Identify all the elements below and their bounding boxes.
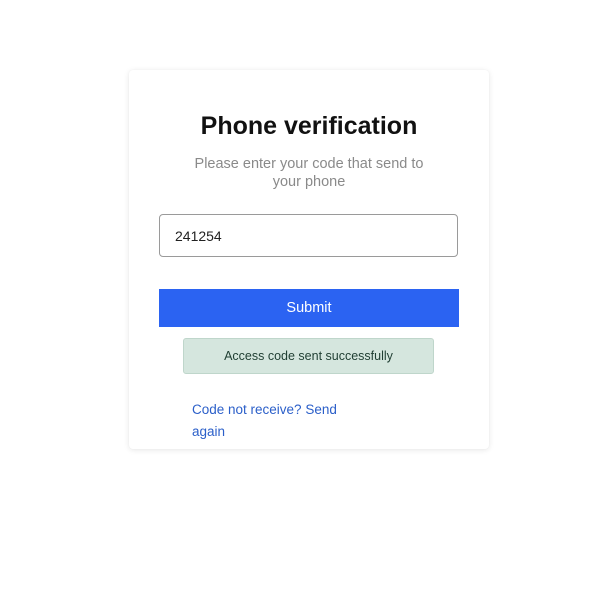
submit-button[interactable]: Submit xyxy=(159,289,459,327)
success-alert: Access code sent successfully xyxy=(183,338,434,374)
instruction-text: Please enter your code that send to your… xyxy=(194,156,424,190)
verification-card: Phone verification Please enter your cod… xyxy=(129,70,489,449)
verification-code-input[interactable] xyxy=(159,214,458,257)
resend-code-link[interactable]: Code not receive? Send again xyxy=(192,399,352,443)
page-title: Phone verification xyxy=(200,112,418,140)
